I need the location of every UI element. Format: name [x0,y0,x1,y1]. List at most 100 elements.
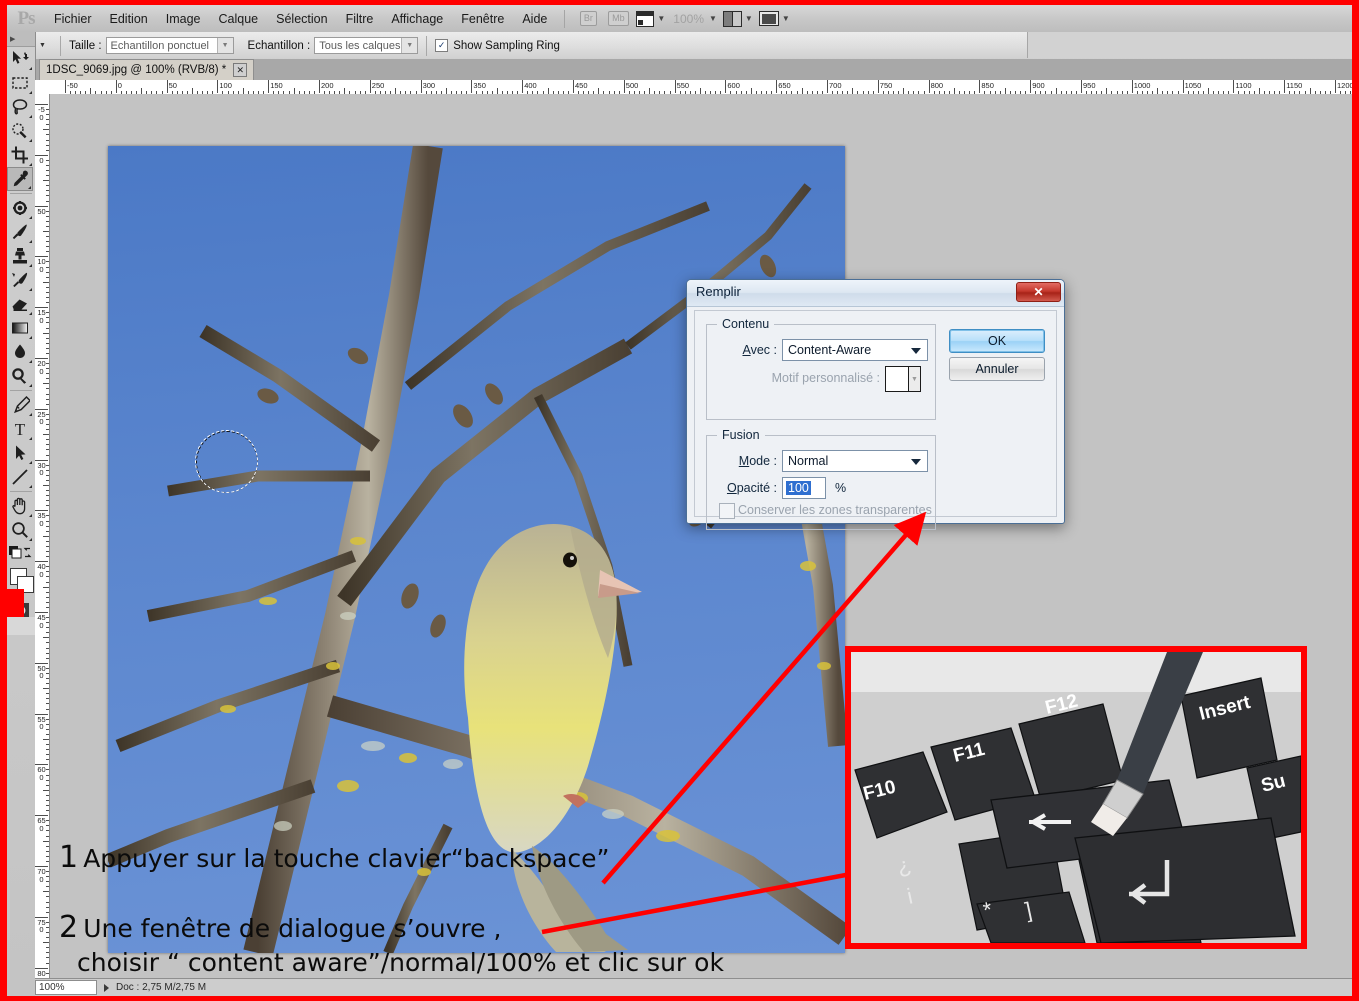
preserve-transparency-checkbox[interactable] [719,503,735,519]
crop-tool[interactable] [7,143,33,167]
ruler-tick-minor [46,617,49,619]
ruler-label: 100 [37,257,46,274]
fill-dialog[interactable]: Remplir ✕ Contenu AAvec :vec : Content-A… [686,279,1065,530]
ruler-label: 600 [37,765,46,782]
mini-bridge-button[interactable]: Mb [606,9,630,29]
quick-selection-tool[interactable] [7,119,33,143]
tool-more-indicator [29,485,32,488]
close-icon[interactable]: ✕ [1016,282,1061,302]
ruler-tick-minor [46,556,49,558]
sample-size-select[interactable]: Echantillon ponctuel ▼ [105,37,234,54]
fill-with-value: Content-Aware [788,343,872,357]
show-sampling-ring-checkbox[interactable]: ✓ [435,39,449,52]
status-zoom-input[interactable]: 100% [35,980,97,995]
tool-more-indicator [29,360,32,363]
document-tab[interactable]: 1DSC_9069.jpg @ 100% (RVB/8) * ✕ [39,59,255,80]
ruler-tick-minor [46,170,49,172]
gradient-tool[interactable] [7,316,33,340]
eraser-tool[interactable] [7,292,33,316]
arrange-documents-button[interactable]: ▼ [722,9,753,29]
menu-aide[interactable]: Aide [513,6,556,32]
ruler-tick-minor [46,286,49,288]
tool-options-bar: ▼ Taille : Echantillon ponctuel ▼ Echant… [7,32,1352,60]
ruler-tick-major [369,80,371,93]
zoom-tool[interactable] [7,518,33,542]
menu-affichage[interactable]: Affichage [382,6,452,32]
tool-preset-chevron-icon[interactable]: ▼ [39,42,46,49]
spot-healing-brush-tool[interactable] [7,196,33,220]
rectangular-marquee-tool[interactable] [7,71,33,95]
hand-tool[interactable] [7,494,33,518]
options-divider-2 [426,35,428,56]
bridge-button[interactable]: Br [576,9,600,29]
tool-more-indicator [29,264,32,267]
tool-more-indicator [29,91,32,94]
ruler-tick-minor [46,139,49,141]
close-icon[interactable]: ✕ [233,63,248,77]
menu-image[interactable]: Image [157,6,210,32]
ruler-label: 500 [37,663,46,681]
dialog-body: Contenu AAvec :vec : Content-Aware Motif… [694,310,1057,530]
menu-filtre[interactable]: Filtre [337,6,383,32]
pen-tool[interactable] [7,393,33,417]
ruler-label: 250 [37,409,46,427]
ruler-label: 200 [321,81,334,90]
brush-tool[interactable] [7,220,33,244]
ruler-tick-major [674,80,676,93]
line-tool[interactable] [7,465,33,489]
ruler-tick-minor [46,723,49,725]
ruler-tick-minor [46,505,49,507]
fill-with-select[interactable]: Content-Aware [782,339,928,361]
blur-tool[interactable] [7,340,33,364]
menu-edition[interactable]: Edition [101,6,157,32]
document-tab-title: 1DSC_9069.jpg @ 100% (RVB/8) * [46,64,227,76]
zoom-level-display[interactable]: 100% ▼ [671,9,717,29]
ruler-label: 400 [37,562,46,579]
ruler-tick-minor [46,134,49,136]
ruler-tick-major [115,80,117,93]
ok-button[interactable]: OK [949,329,1045,353]
ruler-tick-minor [46,185,49,187]
canvas-workspace[interactable]: Remplir ✕ Contenu AAvec :vec : Content-A… [50,94,1352,996]
menu-fichier[interactable]: Fichier [45,6,101,32]
ruler-label: 1000 [1133,81,1151,90]
photoshop-application-window: Ps Fichier Edition Image Calque Sélectio… [7,5,1352,996]
lasso-tool[interactable] [7,95,33,119]
ruler-tick-major [776,80,778,93]
history-brush-tool[interactable] [7,268,33,292]
menu-fenetre[interactable]: Fenêtre [452,6,513,32]
ruler-tick-minor [46,825,49,827]
move-tool[interactable] [7,47,33,71]
type-tool[interactable]: T [7,417,33,441]
dialog-titlebar[interactable]: Remplir ✕ [687,280,1064,307]
ruler-label: 350 [473,81,486,90]
ruler-label: 200 [37,359,46,376]
ruler-label: 550 [676,81,690,90]
cancel-button[interactable]: Annuler [949,357,1045,381]
play-icon[interactable] [104,983,109,992]
blend-mode-select[interactable]: Normal [782,450,928,472]
chevron-down-icon: ▼ [709,14,717,23]
view-extras-button[interactable]: ▼ [636,9,665,29]
menu-selection[interactable]: Sélection [267,6,336,32]
sample-layers-select[interactable]: Tous les calques ▼ [314,37,419,54]
clone-stamp-tool[interactable] [7,244,33,268]
custom-pattern-swatch[interactable]: ▼ [885,366,921,392]
opacity-input[interactable]: 100 [782,477,826,499]
opacity-label: Opacité : [726,481,777,495]
image-canvas[interactable] [108,146,845,953]
path-selection-tool[interactable] [7,441,33,465]
ruler-tick-minor [46,322,49,324]
chevron-down-icon[interactable]: ▼ [908,367,920,391]
ruler-tick-minor [46,810,49,812]
menu-calque[interactable]: Calque [210,6,268,32]
ruler-tick-minor [46,911,49,913]
ruler-tick-minor [46,352,49,354]
screen-mode-button[interactable]: ▼ [758,9,790,29]
eyedropper-tool[interactable] [7,167,33,191]
tools-panel-collapse-handle[interactable]: ▶ [7,32,35,47]
ruler-tick-minor [46,596,49,598]
dodge-tool[interactable] [7,364,33,388]
ruler-tick-major [1081,80,1082,93]
ruler-tick-minor [46,566,49,568]
